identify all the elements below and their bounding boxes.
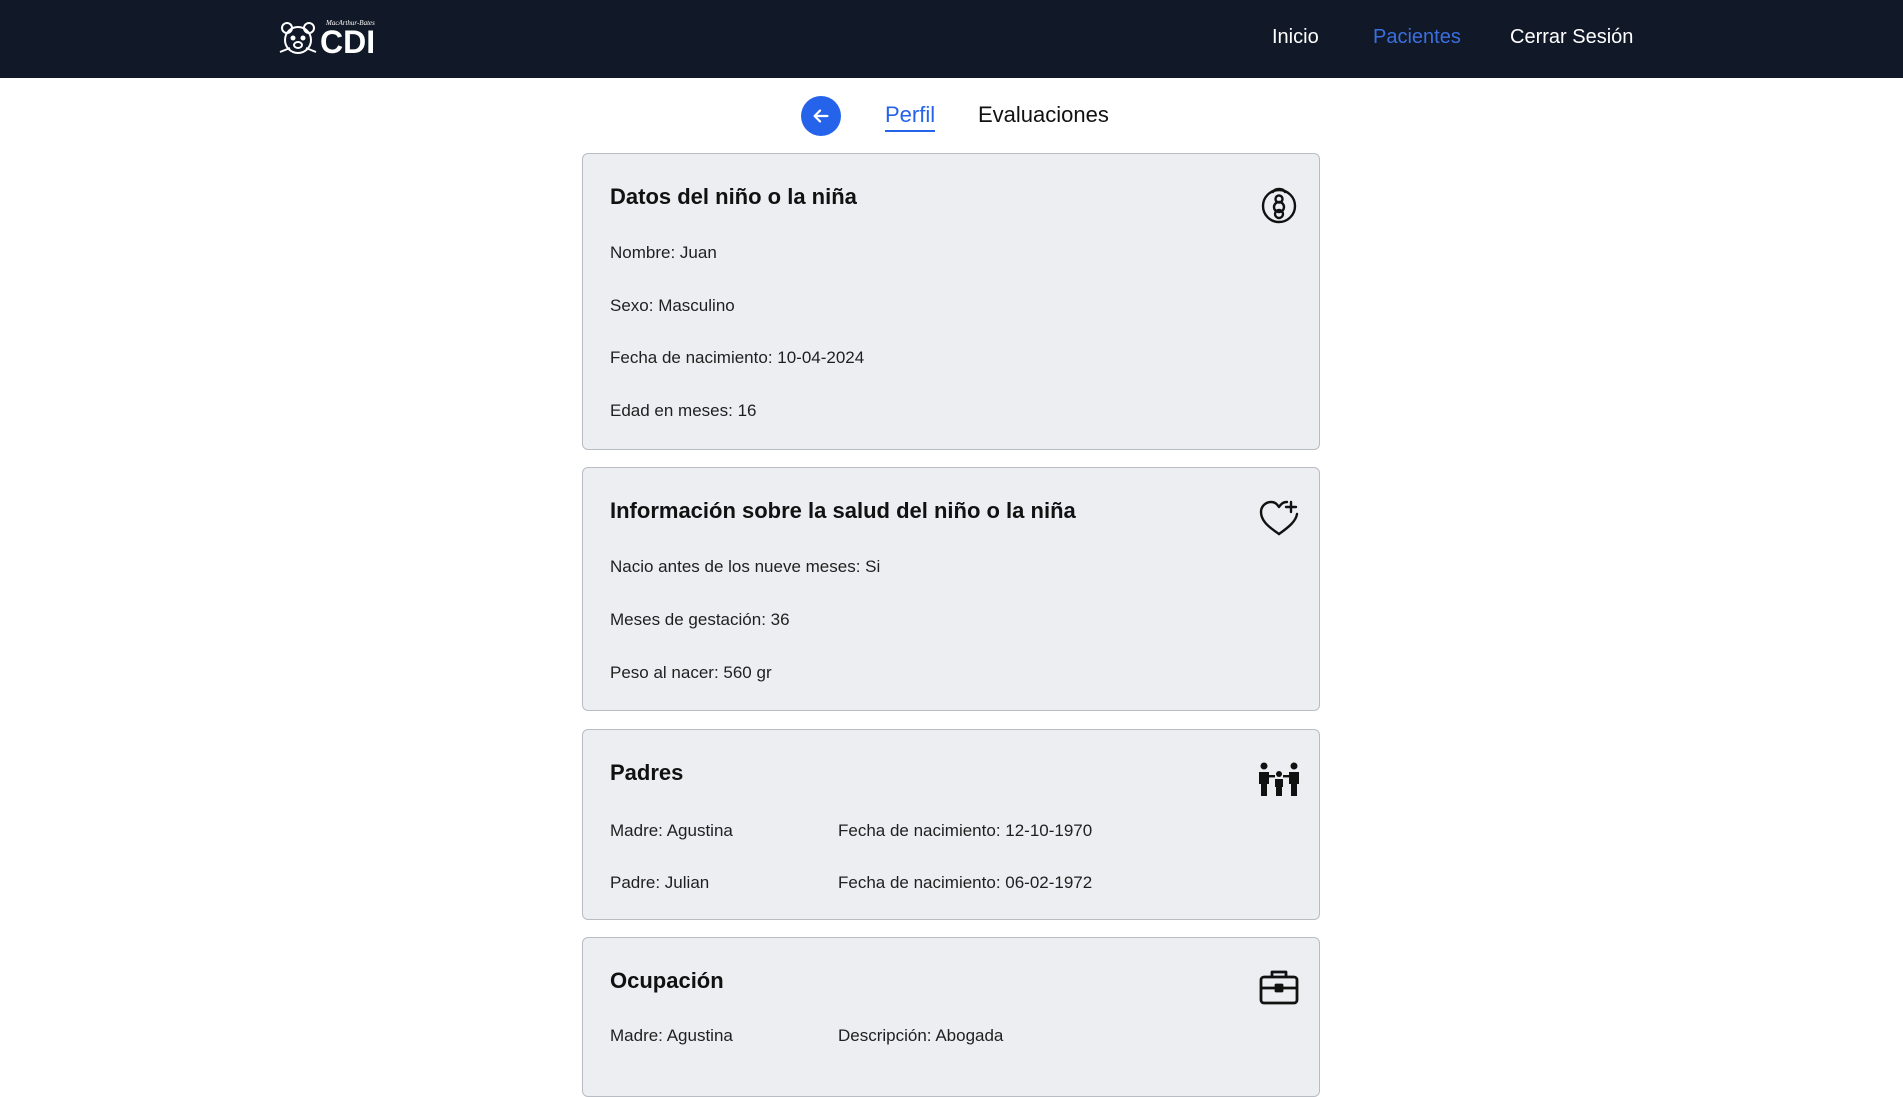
card-title: Ocupación — [610, 968, 724, 993]
field-padre-fecha: Fecha de nacimiento: 06-02-1972 — [838, 873, 1093, 892]
profile-tabs: Perfil Evaluaciones — [0, 96, 1903, 136]
field-sexo: Sexo: Masculino — [610, 296, 735, 315]
card-title: Información sobre la salud del niño o la… — [610, 498, 1076, 523]
field-padre: Padre: Julian — [610, 873, 710, 892]
tab-evaluaciones[interactable]: Evaluaciones — [978, 102, 1109, 128]
field-madre-descripcion: Descripción: Abogada — [838, 1026, 1004, 1045]
nav-link-inicio[interactable]: Inicio — [1272, 26, 1319, 49]
card-title: Datos del niño o la niña — [610, 184, 857, 209]
cdi-logo[interactable]: MacArthur-Bates CDI — [274, 12, 384, 66]
field-nombre: Nombre: Juan — [610, 243, 717, 262]
field-fecha-nacimiento: Fecha de nacimiento: 10-04-2024 — [610, 348, 865, 367]
tab-perfil[interactable]: Perfil — [885, 102, 936, 132]
top-navbar: MacArthur-Bates CDI Inicio Pacientes Cer… — [0, 0, 1903, 78]
field-madre: Madre: Agustina — [610, 1026, 733, 1045]
card-health-info: Información sobre la salud del niño o la… — [582, 467, 1320, 711]
field-madre: Madre: Agustina — [610, 821, 733, 840]
nav-link-pacientes[interactable]: Pacientes — [1373, 26, 1461, 49]
card-child-data: Datos del niño o la niña Nombre: Juan Se… — [582, 153, 1320, 450]
arrow-left-icon — [813, 109, 829, 123]
bear-logo-icon — [279, 22, 317, 54]
family-icon — [1259, 762, 1299, 796]
card-parents: Padres Madre: Agustina Fecha de nacimien… — [582, 729, 1320, 920]
nav-link-cerrar-sesion[interactable]: Cerrar Sesión — [1510, 26, 1633, 49]
card-occupation: Ocupación Madre: Agustina Descripción: A… — [582, 937, 1320, 1097]
briefcase-icon — [1259, 970, 1299, 1005]
field-madre-fecha: Fecha de nacimiento: 12-10-1970 — [838, 821, 1093, 840]
field-nacio-antes: Nacio antes de los nueve meses: Si — [610, 557, 881, 576]
heart-plus-icon — [1259, 500, 1299, 536]
back-button[interactable] — [801, 96, 841, 136]
logo-text: CDI — [320, 24, 376, 60]
field-meses-gestacion: Meses de gestación: 36 — [610, 610, 790, 629]
field-peso-nacer: Peso al nacer: 560 gr — [610, 663, 772, 682]
field-edad-meses: Edad en meses: 16 — [610, 401, 757, 420]
card-title: Padres — [610, 760, 684, 785]
baby-icon — [1261, 187, 1297, 224]
